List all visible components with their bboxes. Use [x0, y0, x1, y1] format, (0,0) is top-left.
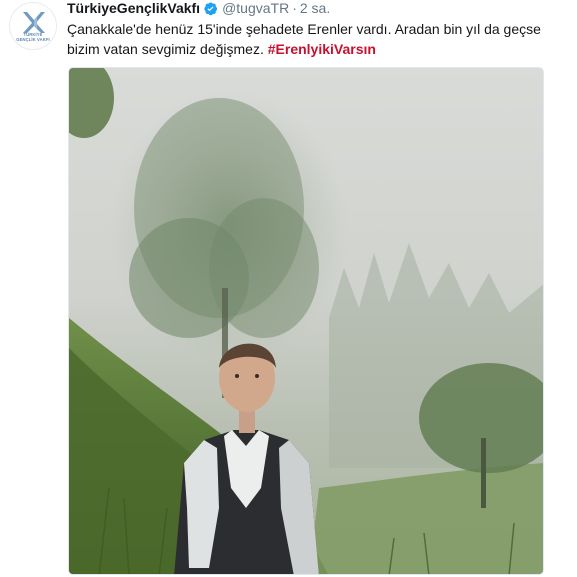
timestamp-link[interactable]: 2 sa.: [300, 0, 330, 17]
verified-badge-icon: [203, 1, 218, 16]
avatar-logo-line2: GENÇLİK VAKFI: [16, 37, 50, 42]
photo-icon: [69, 68, 543, 574]
hashtag-link[interactable]: #ErenlyikiVarsın: [268, 41, 376, 57]
tweet-card[interactable]: TÜRKİYE GENÇLİK VAKFI TürkiyeGençlikVakf…: [0, 0, 577, 577]
tweet-header: TürkiyeGençlikVakfı @tugvaTR · 2 sa.: [67, 0, 330, 17]
tweet-text: Çanakkale'de henüz 15'inde şehadete Eren…: [67, 19, 567, 59]
handle[interactable]: @tugvaTR: [222, 0, 289, 17]
header-separator: ·: [292, 0, 297, 16]
display-name[interactable]: TürkiyeGençlikVakfı: [67, 0, 200, 17]
tugva-logo-icon: [23, 12, 45, 33]
avatar[interactable]: TÜRKİYE GENÇLİK VAKFI: [9, 2, 57, 50]
tweet-photo[interactable]: [68, 67, 544, 575]
